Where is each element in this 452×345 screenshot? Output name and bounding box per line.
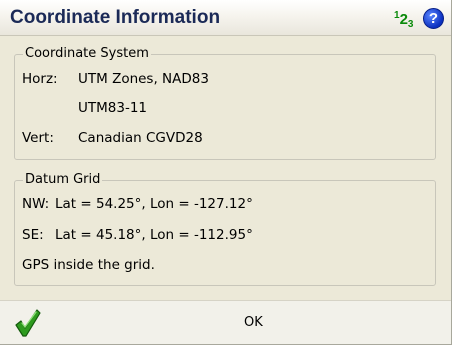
coordinate-system-group: Coordinate System Horz: UTM Zones, NAD83 … — [14, 46, 436, 160]
help-icon-glyph: ? — [428, 10, 439, 27]
vert-value: Canadian CGVD28 — [78, 130, 203, 146]
checkmark-icon[interactable] — [14, 308, 42, 338]
horz-row: Horz: UTM Zones, NAD83 — [22, 71, 209, 87]
coordinate-information-window: Coordinate Information 123 ? Coordinate … — [0, 0, 452, 345]
coordinate-system-legend: Coordinate System — [23, 46, 151, 61]
checkmark-icon-graphic — [15, 309, 41, 337]
horz-value: UTM Zones, NAD83 — [78, 71, 209, 87]
datum-grid-legend: Datum Grid — [23, 172, 103, 187]
horz-label: Horz: — [22, 71, 58, 87]
horz-zone-value: UTM83-11 — [78, 100, 148, 116]
title-bar: Coordinate Information 123 ? — [0, 0, 451, 36]
se-label: SE: — [22, 227, 44, 243]
se-value: Lat = 45.18°, Lon = -112.95° — [55, 227, 253, 243]
ok-button[interactable]: OK — [244, 315, 263, 330]
window-title: Coordinate Information — [10, 7, 221, 28]
help-icon[interactable]: ? — [423, 8, 444, 29]
se-row: SE: Lat = 45.18°, Lon = -112.95° — [22, 227, 253, 243]
grid-status-row: GPS inside the grid. — [22, 257, 155, 273]
datum-grid-group: Datum Grid NW: Lat = 54.25°, Lon = -127.1… — [14, 172, 436, 286]
vert-row: Vert: Canadian CGVD28 — [22, 130, 203, 146]
horz-zone-row: UTM83-11 — [78, 100, 147, 116]
vert-label: Vert: — [22, 130, 54, 146]
input-mode-digit-2: 2 — [399, 11, 408, 28]
input-mode-digit-3: 3 — [407, 19, 414, 30]
command-bar: OK — [0, 300, 451, 344]
nw-value: Lat = 54.25°, Lon = -127.12° — [55, 196, 253, 212]
nw-row: NW: Lat = 54.25°, Lon = -127.12° — [22, 196, 253, 212]
input-mode-icon[interactable]: 123 — [394, 10, 413, 30]
grid-status-text: GPS inside the grid. — [22, 257, 155, 273]
nw-label: NW: — [22, 196, 50, 212]
content-area: Coordinate System Horz: UTM Zones, NAD83 … — [0, 36, 451, 300]
